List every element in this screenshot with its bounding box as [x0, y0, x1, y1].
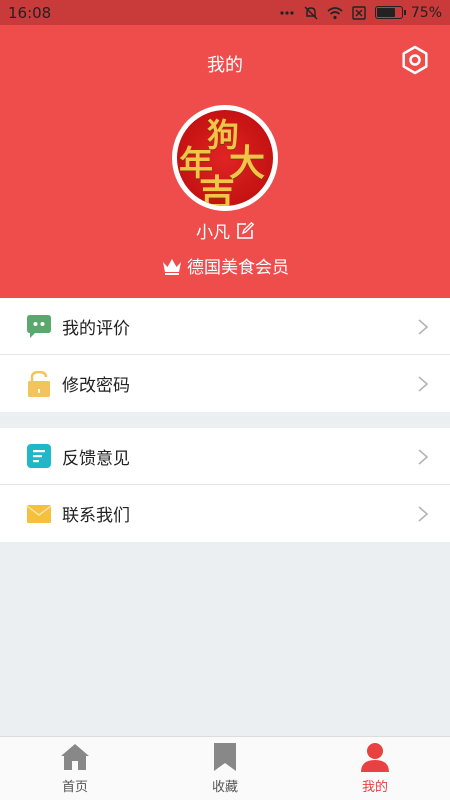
no-sim-icon: [351, 5, 367, 20]
dots-icon: [279, 6, 295, 20]
profile-header: 我的 狗 年 大 吉 小凡 德国美食会员: [0, 25, 450, 298]
membership-label: 德国美食会员: [187, 258, 289, 278]
bookmark-icon: [214, 743, 236, 771]
person-icon: [361, 743, 389, 772]
crown-icon: [163, 258, 181, 275]
menu-group-support: 反馈意见 联系我们: [0, 428, 450, 542]
menu-label: 联系我们: [62, 506, 130, 526]
username: 小凡: [196, 223, 230, 243]
membership-row: 德国美食会员: [0, 253, 450, 278]
avatar-char-4: 吉: [199, 172, 236, 211]
username-row: 小凡: [0, 218, 450, 243]
menu-label: 修改密码: [62, 376, 130, 396]
page-title: 我的: [207, 55, 243, 76]
menu-group-account: 我的评价 修改密码: [0, 298, 450, 412]
status-bar: 16:08 75%: [0, 0, 450, 25]
edit-icon[interactable]: [236, 221, 254, 240]
battery-percent: 75%: [410, 4, 442, 21]
wifi-icon: [327, 6, 343, 20]
menu-item-feedback[interactable]: 反馈意见: [0, 428, 450, 485]
feedback-icon: [27, 444, 51, 468]
menu-label: 反馈意见: [62, 448, 130, 469]
avatar[interactable]: 狗 年 大 吉: [172, 105, 278, 211]
chat-icon: [27, 315, 51, 338]
status-icons: 75%: [279, 5, 442, 21]
bottom-tab-bar: 首页 收藏 我的: [0, 736, 450, 800]
lock-icon: [28, 370, 50, 397]
menu-item-my-reviews[interactable]: 我的评价: [0, 298, 450, 355]
tab-favorites[interactable]: 收藏: [150, 737, 300, 800]
battery-level: [376, 8, 395, 17]
battery-icon: [374, 6, 406, 19]
settings-icon[interactable]: [400, 45, 430, 75]
tab-mine[interactable]: 我的: [300, 737, 450, 800]
chevron-right-icon: [418, 319, 428, 335]
status-time: 16:08: [8, 3, 52, 22]
tab-home[interactable]: 首页: [0, 737, 150, 800]
menu-item-contact-us[interactable]: 联系我们: [0, 485, 450, 542]
menu-item-change-password[interactable]: 修改密码: [0, 355, 450, 412]
tab-label: 我的: [361, 780, 388, 795]
mute-bell-icon: [303, 6, 319, 20]
home-icon: [61, 744, 89, 770]
mail-icon: [26, 504, 52, 523]
tab-label: 首页: [61, 780, 88, 795]
chevron-right-icon: [418, 376, 428, 392]
chevron-right-icon: [418, 449, 428, 465]
chevron-right-icon: [418, 506, 428, 522]
menu-label: 我的评价: [62, 318, 130, 339]
tab-label: 收藏: [211, 780, 238, 795]
